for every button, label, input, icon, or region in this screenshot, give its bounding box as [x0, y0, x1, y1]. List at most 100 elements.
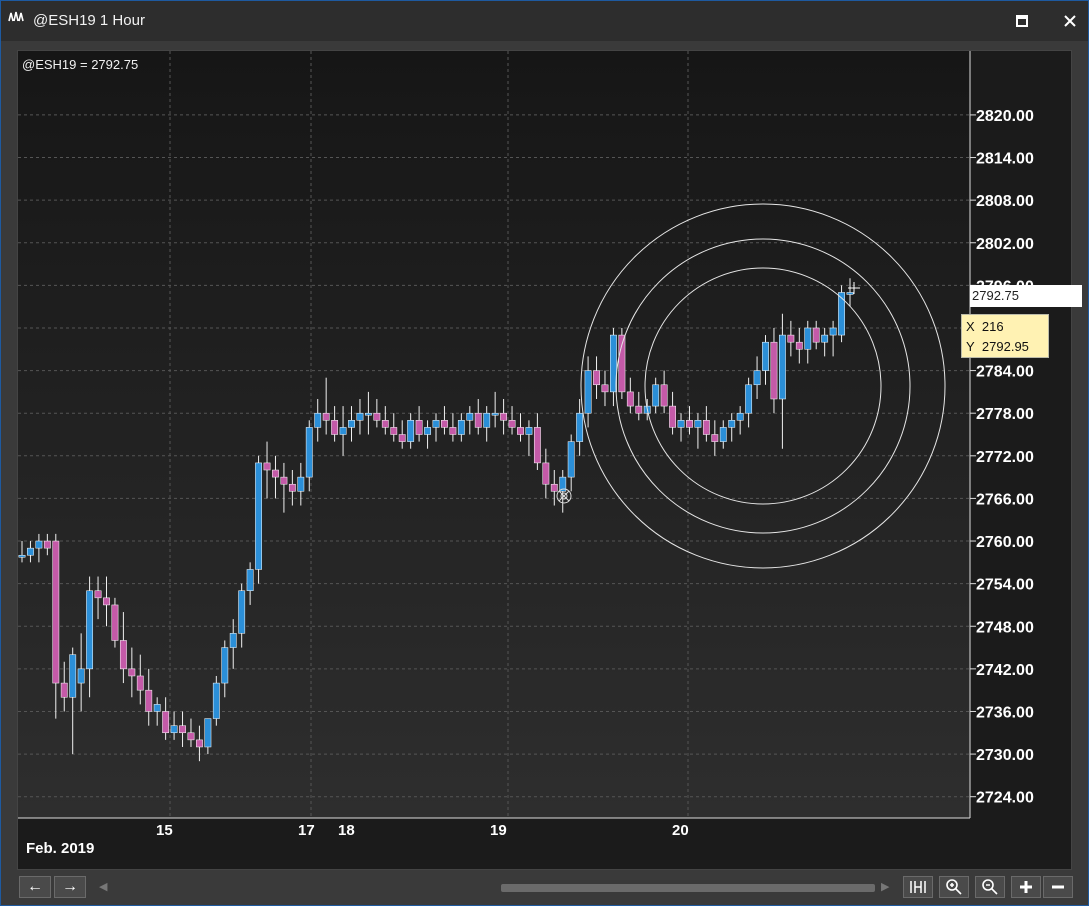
candle-body-down[interactable] — [103, 597, 110, 606]
candle-body-up[interactable] — [838, 292, 845, 336]
candle-body-down[interactable] — [381, 420, 389, 428]
candle-body-up[interactable] — [584, 370, 592, 414]
candle-body-down[interactable] — [322, 412, 330, 421]
candle-body-down[interactable] — [415, 420, 423, 435]
candle-body-down[interactable] — [686, 420, 693, 428]
candle-body-down[interactable] — [441, 420, 448, 428]
candle-body-down[interactable] — [119, 640, 127, 670]
candle-body-down[interactable] — [272, 469, 279, 478]
scroll-forward-button[interactable]: → — [54, 876, 86, 898]
candle-body-down[interactable] — [593, 370, 600, 386]
bar-spacing-button[interactable] — [903, 876, 933, 898]
candle-body-down[interactable] — [145, 689, 153, 712]
candle-body-down[interactable] — [60, 682, 68, 698]
candle-body-up[interactable] — [314, 412, 322, 428]
candle-body-up[interactable] — [77, 668, 85, 684]
candle-body-up[interactable] — [305, 427, 313, 478]
candle-body-up[interactable] — [407, 420, 415, 442]
scroll-left-arrow-icon[interactable]: ◀ — [99, 879, 107, 895]
candle-body-up[interactable] — [246, 569, 254, 591]
candle-body-up[interactable] — [567, 441, 575, 478]
candle-body-down[interactable] — [43, 540, 51, 549]
candle-body-down[interactable] — [517, 427, 524, 435]
candle-body-down[interactable] — [542, 462, 550, 485]
candle-body-down[interactable] — [94, 590, 102, 599]
chart-area[interactable]: 2820.002814.002808.002802.002796.002790.… — [17, 50, 1082, 870]
candle-body-up[interactable] — [821, 334, 829, 343]
candle-body-down[interactable] — [660, 384, 668, 407]
candle-body-up[interactable] — [778, 334, 786, 400]
candle-body-down[interactable] — [331, 420, 339, 435]
candle-body-up[interactable] — [364, 412, 372, 416]
candle-body-up[interactable] — [719, 427, 727, 442]
candle-body-down[interactable] — [795, 341, 803, 350]
candle-body-down[interactable] — [770, 341, 778, 400]
candle-body-up[interactable] — [694, 420, 702, 428]
candle-body-down[interactable] — [635, 405, 643, 414]
candle-body-up[interactable] — [27, 547, 34, 556]
candle-body-down[interactable] — [787, 334, 795, 343]
candle-body-up[interactable] — [728, 420, 736, 428]
candle-body-up[interactable] — [432, 420, 440, 428]
candle-body-up[interactable] — [829, 327, 837, 336]
candle-body-down[interactable] — [711, 434, 719, 442]
candle-body-up[interactable] — [846, 292, 854, 295]
candle-body-up[interactable] — [762, 341, 769, 371]
maximize-button[interactable] — [1009, 10, 1035, 32]
remove-button[interactable] — [1043, 876, 1073, 898]
candle-body-down[interactable] — [162, 711, 170, 734]
close-button[interactable] — [1057, 10, 1083, 32]
zoom-in-button[interactable] — [939, 876, 969, 898]
candle-body-up[interactable] — [424, 427, 431, 435]
candle-body-up[interactable] — [339, 427, 347, 435]
scroll-back-button[interactable]: ← — [19, 876, 51, 898]
candle-body-up[interactable] — [745, 384, 753, 414]
candle-body-up[interactable] — [483, 412, 491, 428]
candle-body-up[interactable] — [18, 554, 26, 558]
candle-body-up[interactable] — [255, 462, 262, 570]
candle-body-up[interactable] — [348, 420, 355, 428]
price-chart[interactable]: 2820.002814.002808.002802.002796.002790.… — [18, 51, 1071, 869]
candle-body-up[interactable] — [238, 590, 246, 634]
candle-body-up[interactable] — [212, 682, 220, 719]
candle-body-up[interactable] — [86, 590, 94, 670]
candle-body-down[interactable] — [669, 405, 676, 428]
candle-body-up[interactable] — [736, 412, 744, 421]
candle-body-down[interactable] — [179, 725, 186, 734]
candle-body-up[interactable] — [204, 718, 212, 748]
candle-body-up[interactable] — [677, 420, 685, 428]
candle-body-down[interactable] — [187, 732, 195, 741]
candle-body-down[interactable] — [449, 427, 457, 435]
candle-body-up[interactable] — [35, 540, 43, 549]
candle-body-down[interactable] — [111, 604, 119, 641]
candle-body-down[interactable] — [626, 391, 634, 407]
candle-body-down[interactable] — [812, 327, 820, 343]
candle-body-up[interactable] — [525, 427, 533, 435]
candle-body-up[interactable] — [576, 412, 584, 442]
candle-body-up[interactable] — [753, 370, 761, 386]
scrollbar-thumb[interactable] — [501, 884, 875, 892]
candle-body-down[interactable] — [373, 412, 381, 421]
candle-body-down[interactable] — [601, 384, 609, 393]
candle-body-up[interactable] — [229, 633, 237, 648]
candle-body-up[interactable] — [491, 412, 499, 416]
candle-body-down[interactable] — [52, 540, 60, 684]
zoom-out-button[interactable] — [975, 876, 1005, 898]
candle-body-up[interactable] — [170, 725, 178, 734]
candle-body-down[interactable] — [128, 668, 136, 677]
candle-body-down[interactable] — [550, 483, 558, 492]
candle-body-up[interactable] — [652, 384, 660, 407]
add-button[interactable] — [1011, 876, 1041, 898]
candle-body-up[interactable] — [153, 704, 161, 712]
candle-body-down[interactable] — [533, 427, 541, 464]
candle-body-down[interactable] — [280, 476, 288, 485]
candle-body-up[interactable] — [457, 420, 465, 435]
candle-body-down[interactable] — [136, 675, 144, 691]
candle-body-down[interactable] — [288, 483, 296, 492]
candle-body-down[interactable] — [390, 427, 398, 435]
candle-body-down[interactable] — [263, 462, 271, 471]
candle-body-up[interactable] — [804, 327, 812, 350]
candle-body-up[interactable] — [466, 412, 474, 421]
candle-body-down[interactable] — [508, 420, 516, 428]
horizontal-scrollbar[interactable]: ◀ ▶ — [99, 879, 905, 895]
